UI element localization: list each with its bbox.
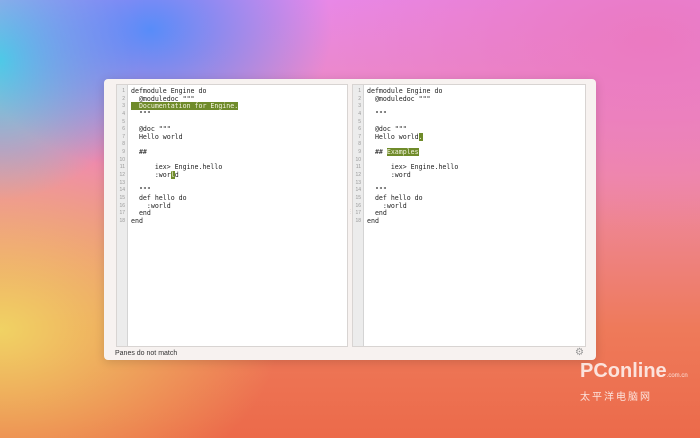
right-line-numbers: 1 2 3 4 5 6 7 8 9 10 11 12 13 14 15 16 17 18 bbox=[353, 85, 364, 346]
line-number: 11 bbox=[119, 164, 125, 171]
line-number: 15 bbox=[119, 194, 125, 201]
code-line: Documentation for Engine. bbox=[131, 102, 347, 111]
code-text: @moduledoc """ bbox=[367, 94, 431, 103]
code-text: d bbox=[174, 171, 179, 180]
left-line-numbers: 1 2 3 4 5 6 7 8 9 10 11 12 13 14 15 16 17 18 bbox=[117, 85, 128, 346]
code-text: """ bbox=[131, 109, 151, 118]
code-text: """ bbox=[367, 109, 387, 118]
line-number: 13 bbox=[355, 179, 361, 186]
code-text: Hello world bbox=[131, 132, 183, 141]
code-line: end bbox=[367, 216, 585, 226]
line-number: 6 bbox=[122, 126, 125, 133]
right-editor-pane[interactable]: 1 2 3 4 5 6 7 8 9 10 11 12 13 14 15 16 17 18 defmodule En… bbox=[352, 84, 586, 347]
line-number: 12 bbox=[355, 172, 361, 179]
right-code[interactable]: defmodule Engine do @moduledoc """ """ @… bbox=[364, 85, 585, 346]
line-number: 18 bbox=[355, 217, 361, 224]
watermark-brand: PConline bbox=[580, 360, 667, 382]
line-number: 3 bbox=[122, 103, 125, 110]
code-line: ## bbox=[131, 148, 347, 157]
watermark-cn: 太平洋电脑网 bbox=[580, 392, 652, 403]
line-number: 7 bbox=[358, 133, 361, 140]
line-number: 17 bbox=[119, 210, 125, 217]
line-number: 12 bbox=[119, 172, 125, 179]
code-line: :world bbox=[367, 202, 585, 211]
line-number: 18 bbox=[119, 217, 125, 224]
line-number: 16 bbox=[355, 202, 361, 209]
line-number: 6 bbox=[358, 126, 361, 133]
code-line: Hello world. bbox=[367, 132, 585, 142]
code-text: end bbox=[367, 216, 379, 225]
line-number: 4 bbox=[122, 110, 125, 117]
line-number: 16 bbox=[119, 202, 125, 209]
diff-window: 1 2 3 4 5 6 7 8 9 10 11 12 13 14 15 16 17 18 defmodule En… bbox=[104, 79, 596, 360]
line-number: 8 bbox=[358, 141, 361, 148]
code-line: @moduledoc """ bbox=[367, 94, 585, 104]
code-line: :word bbox=[367, 171, 585, 180]
code-line: ## Examples bbox=[367, 148, 585, 157]
line-number: 5 bbox=[358, 118, 361, 125]
diff-highlight: . bbox=[418, 132, 423, 141]
code-line: """ bbox=[367, 109, 585, 119]
code-line: Hello world bbox=[131, 132, 347, 142]
code-line: end bbox=[367, 209, 585, 218]
line-number: 9 bbox=[358, 149, 361, 156]
line-number: 13 bbox=[119, 179, 125, 186]
code-line: :world bbox=[131, 202, 347, 211]
line-number: 11 bbox=[355, 164, 361, 171]
code-text: ## bbox=[367, 148, 387, 157]
code-line: end bbox=[131, 209, 347, 218]
watermark-domain: .com.cn bbox=[666, 373, 688, 379]
code-text: :word bbox=[367, 171, 411, 180]
line-number: 1 bbox=[122, 88, 125, 94]
line-number: 15 bbox=[355, 194, 361, 201]
code-line: end bbox=[131, 216, 347, 226]
line-number: 4 bbox=[358, 110, 361, 117]
line-number: 2 bbox=[358, 95, 361, 102]
line-number: 9 bbox=[122, 149, 125, 156]
line-number: 17 bbox=[355, 210, 361, 217]
code-text: :wor bbox=[131, 171, 171, 180]
code-line: :world bbox=[131, 171, 347, 180]
code-text: ## bbox=[131, 148, 147, 157]
code-text: Hello world bbox=[367, 132, 419, 141]
line-number: 14 bbox=[355, 187, 361, 194]
line-number: 8 bbox=[122, 141, 125, 148]
line-number: 3 bbox=[358, 103, 361, 110]
line-number: 7 bbox=[122, 133, 125, 140]
line-number: 5 bbox=[122, 118, 125, 125]
line-number: 1 bbox=[358, 88, 361, 94]
code-text: end bbox=[131, 216, 143, 225]
line-number: 2 bbox=[122, 95, 125, 102]
left-editor-pane[interactable]: 1 2 3 4 5 6 7 8 9 10 11 12 13 14 15 16 17 18 defmodule En… bbox=[116, 84, 348, 347]
line-number: 14 bbox=[119, 187, 125, 194]
watermark-logo: PConline.com.cn 太平洋电脑网 bbox=[580, 360, 688, 406]
code-line: """ bbox=[131, 109, 347, 119]
gear-icon[interactable]: ⚙ bbox=[575, 347, 584, 358]
left-code[interactable]: defmodule Engine do @moduledoc """ Docum… bbox=[128, 85, 347, 346]
status-text: Panes do not match bbox=[115, 350, 178, 357]
line-number: 10 bbox=[355, 156, 361, 163]
diff-highlight: Examples bbox=[386, 148, 419, 157]
line-number: 10 bbox=[119, 156, 125, 163]
